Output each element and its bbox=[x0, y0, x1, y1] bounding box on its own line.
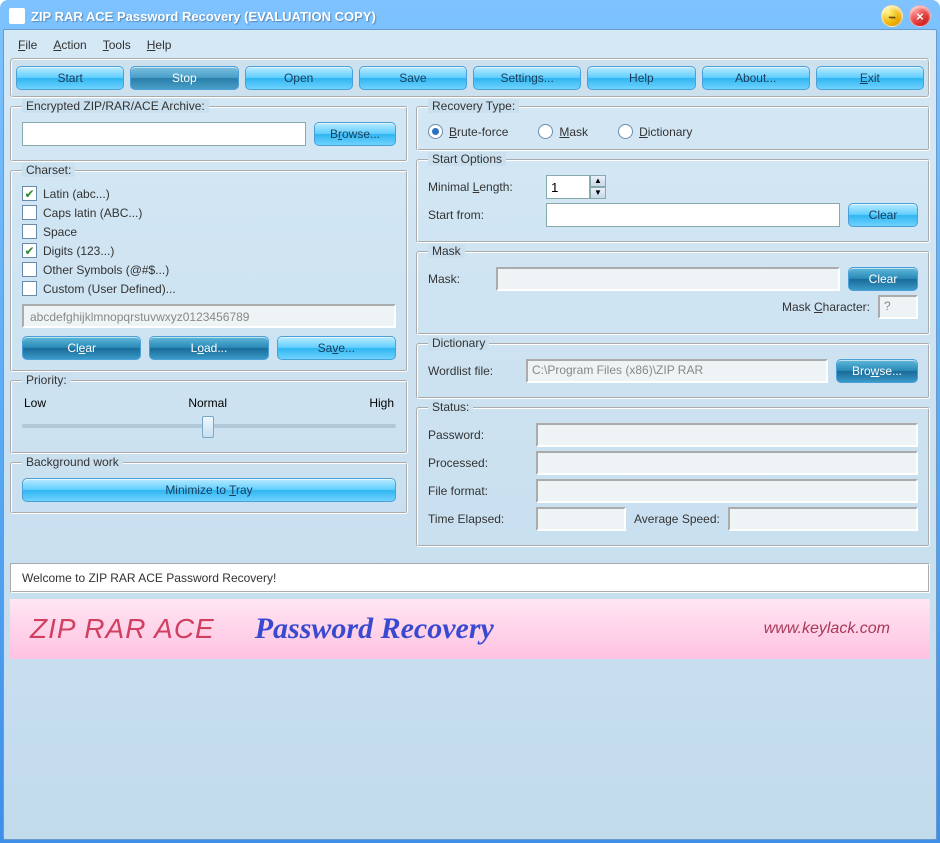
recovery-dict-label: Dictionary bbox=[639, 125, 692, 139]
mask-clear-button[interactable]: Clear bbox=[848, 267, 918, 291]
charset-custom-checkbox[interactable] bbox=[22, 281, 37, 296]
recovery-brute-label: Brute-force bbox=[449, 125, 508, 139]
about-button[interactable]: About... bbox=[702, 66, 810, 90]
toolbar: Start Stop Open Save Settings... Help Ab… bbox=[10, 58, 930, 98]
dictionary-browse-button[interactable]: Browse... bbox=[836, 359, 918, 383]
banner-title1: ZIP RAR ACE bbox=[30, 613, 215, 645]
startopts-group: Start Options Minimal Length: ▲ ▼ Start bbox=[416, 159, 930, 243]
open-button[interactable]: Open bbox=[245, 66, 353, 90]
maskchar-label: Mask Character: bbox=[782, 300, 870, 314]
mask-input[interactable] bbox=[496, 267, 840, 291]
avgspeed-label: Average Speed: bbox=[634, 512, 720, 526]
charset-symbols-checkbox[interactable] bbox=[22, 262, 37, 277]
charset-clear-button[interactable]: Clear bbox=[22, 336, 141, 360]
recovery-group-title: Recovery Type: bbox=[428, 99, 519, 113]
charset-group: Charset: Latin (abc...) Caps latin (ABC.… bbox=[10, 170, 408, 372]
password-label: Password: bbox=[428, 428, 528, 442]
menu-tools[interactable]: Tools bbox=[103, 38, 131, 52]
charset-save-button[interactable]: Save... bbox=[277, 336, 396, 360]
spinner-down-icon[interactable]: ▼ bbox=[590, 187, 606, 199]
banner-title2: Password Recovery bbox=[255, 612, 494, 646]
priority-slider[interactable] bbox=[22, 414, 396, 438]
startfrom-label: Start from: bbox=[428, 208, 538, 222]
charset-caps-label: Caps latin (ABC...) bbox=[43, 206, 142, 220]
mask-group-title: Mask bbox=[428, 244, 465, 258]
minimize-tray-button[interactable]: Minimize to Tray bbox=[22, 478, 396, 502]
timeelapsed-value bbox=[536, 507, 626, 531]
recovery-mask-label: Mask bbox=[559, 125, 588, 139]
charset-latin-checkbox[interactable] bbox=[22, 186, 37, 201]
charset-symbols-label: Other Symbols (@#$...) bbox=[43, 263, 169, 277]
startfrom-input[interactable] bbox=[546, 203, 840, 227]
stop-button[interactable]: Stop bbox=[130, 66, 238, 90]
charset-digits-checkbox[interactable] bbox=[22, 243, 37, 258]
priority-group: Priority: Low Normal High bbox=[10, 380, 408, 454]
charset-caps-checkbox[interactable] bbox=[22, 205, 37, 220]
priority-low-label: Low bbox=[24, 396, 46, 410]
charset-space-label: Space bbox=[43, 225, 77, 239]
wordlist-label: Wordlist file: bbox=[428, 364, 518, 378]
banner: ZIP RAR ACE Password Recovery www.keylac… bbox=[10, 599, 930, 659]
charset-space-checkbox[interactable] bbox=[22, 224, 37, 239]
priority-group-title: Priority: bbox=[22, 373, 71, 387]
dictionary-group-title: Dictionary bbox=[428, 336, 489, 350]
bgwork-group: Background work Minimize to Tray bbox=[10, 462, 408, 514]
archive-path-input[interactable] bbox=[22, 122, 306, 146]
minlen-label: Minimal Length: bbox=[428, 180, 538, 194]
processed-label: Processed: bbox=[428, 456, 528, 470]
statusbar-text: Welcome to ZIP RAR ACE Password Recovery… bbox=[22, 571, 276, 585]
archive-browse-button[interactable]: Browse... bbox=[314, 122, 396, 146]
minlen-spinner[interactable]: ▲ ▼ bbox=[546, 175, 606, 199]
mask-label: Mask: bbox=[428, 272, 488, 286]
charset-load-button[interactable]: Load... bbox=[149, 336, 268, 360]
menu-action[interactable]: Action bbox=[53, 38, 86, 52]
fileformat-label: File format: bbox=[428, 484, 528, 498]
menubar: File Action Tools Help bbox=[10, 34, 930, 58]
timeelapsed-label: Time Elapsed: bbox=[428, 512, 528, 526]
recovery-group: Recovery Type: Brute-force Mask Dicti bbox=[416, 106, 930, 151]
archive-group: Encrypted ZIP/RAR/ACE Archive: Browse... bbox=[10, 106, 408, 162]
save-button[interactable]: Save bbox=[359, 66, 467, 90]
exit-button[interactable]: Exit bbox=[816, 66, 924, 90]
titlebar: ZIP RAR ACE Password Recovery (EVALUATIO… bbox=[3, 3, 937, 29]
close-button[interactable]: × bbox=[909, 5, 931, 27]
mask-group: Mask Mask: Clear Mask Character: ? bbox=[416, 251, 930, 335]
help-button[interactable]: Help bbox=[587, 66, 695, 90]
menu-file[interactable]: File bbox=[18, 38, 37, 52]
charset-group-title: Charset: bbox=[22, 163, 75, 177]
wordlist-input[interactable]: C:\Program Files (x86)\ZIP RAR bbox=[526, 359, 828, 383]
charset-preview: abcdefghijklmnopqrstuvwxyz0123456789 bbox=[22, 304, 396, 328]
startopts-clear-button[interactable]: Clear bbox=[848, 203, 918, 227]
charset-custom-label: Custom (User Defined)... bbox=[43, 282, 176, 296]
recovery-mask-radio[interactable] bbox=[538, 124, 553, 139]
bgwork-group-title: Background work bbox=[22, 455, 123, 469]
window-title: ZIP RAR ACE Password Recovery (EVALUATIO… bbox=[31, 9, 376, 24]
processed-value bbox=[536, 451, 918, 475]
archive-group-title: Encrypted ZIP/RAR/ACE Archive: bbox=[22, 99, 209, 113]
app-icon bbox=[9, 8, 25, 24]
startopts-group-title: Start Options bbox=[428, 152, 506, 166]
banner-url: www.keylack.com bbox=[764, 620, 890, 638]
settings-button[interactable]: Settings... bbox=[473, 66, 581, 90]
maskchar-input[interactable]: ? bbox=[878, 295, 918, 319]
fileformat-value bbox=[536, 479, 918, 503]
status-group-title: Status: bbox=[428, 400, 473, 414]
priority-normal-label: Normal bbox=[188, 396, 227, 410]
recovery-brute-radio[interactable] bbox=[428, 124, 443, 139]
charset-digits-label: Digits (123...) bbox=[43, 244, 114, 258]
menu-help[interactable]: Help bbox=[147, 38, 172, 52]
avgspeed-value bbox=[728, 507, 918, 531]
spinner-up-icon[interactable]: ▲ bbox=[590, 175, 606, 187]
start-button[interactable]: Start bbox=[16, 66, 124, 90]
charset-latin-label: Latin (abc...) bbox=[43, 187, 110, 201]
statusbar: Welcome to ZIP RAR ACE Password Recovery… bbox=[10, 563, 930, 593]
dictionary-group: Dictionary Wordlist file: C:\Program Fil… bbox=[416, 343, 930, 399]
password-value bbox=[536, 423, 918, 447]
status-group: Status: Password: Processed: File format… bbox=[416, 407, 930, 547]
priority-high-label: High bbox=[369, 396, 394, 410]
recovery-dict-radio[interactable] bbox=[618, 124, 633, 139]
minlen-input[interactable] bbox=[546, 175, 590, 199]
minimize-button[interactable]: – bbox=[881, 5, 903, 27]
